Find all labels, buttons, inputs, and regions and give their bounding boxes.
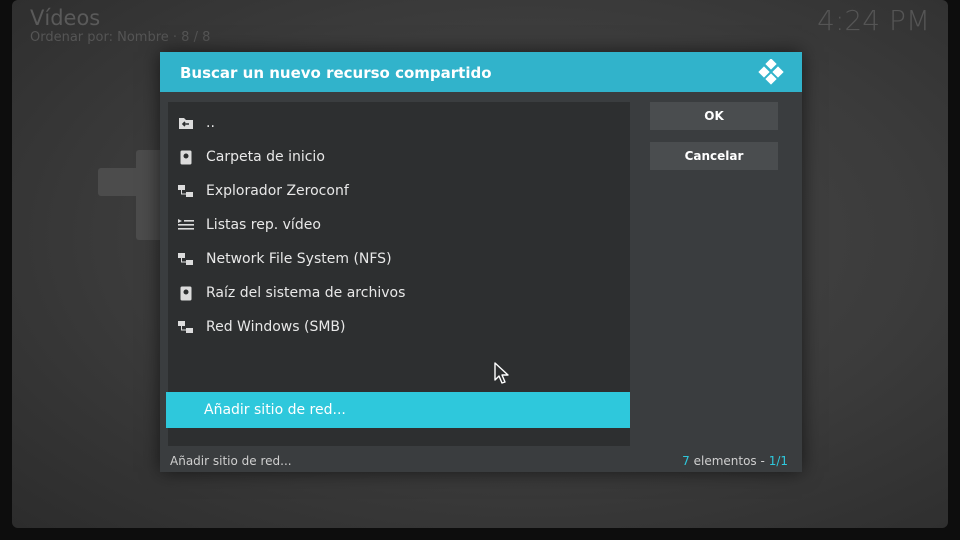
background-title: Vídeos	[30, 6, 101, 30]
list-item-label: Listas rep. vídeo	[206, 217, 321, 233]
network-icon	[178, 183, 194, 199]
network-icon	[178, 319, 194, 335]
list-item-root-filesystem[interactable]: Raíz del sistema de archivos	[168, 276, 630, 310]
list-item-label: Network File System (NFS)	[206, 251, 392, 267]
list-item-label: Red Windows (SMB)	[206, 319, 346, 335]
list-item-nfs[interactable]: Network File System (NFS)	[168, 242, 630, 276]
item-count-separator: -	[760, 454, 765, 468]
cancel-button[interactable]: Cancelar	[650, 142, 778, 170]
item-count-label: elementos	[693, 454, 757, 468]
list-item-label: Añadir sitio de red...	[204, 402, 346, 418]
list-item-label: Explorador Zeroconf	[206, 183, 349, 199]
browse-share-dialog: Buscar un nuevo recurso compartido .. Ca…	[160, 52, 802, 472]
dialog-header: Buscar un nuevo recurso compartido	[160, 52, 802, 92]
list-item-label: Carpeta de inicio	[206, 149, 325, 165]
list-item-label: Raíz del sistema de archivos	[206, 285, 406, 301]
source-list: .. Carpeta de inicio Explorador Zeroconf…	[166, 102, 630, 446]
list-item-home-folder[interactable]: Carpeta de inicio	[168, 140, 630, 174]
list-item-parent[interactable]: ..	[168, 106, 630, 140]
list-item-add-network-location[interactable]: Añadir sitio de red...	[166, 392, 630, 428]
kodi-logo-icon	[758, 59, 784, 85]
ok-button[interactable]: OK	[650, 102, 778, 130]
selected-item-label: Añadir sitio de red...	[170, 454, 292, 468]
clock: 4:24 PM	[817, 4, 930, 37]
drive-icon	[178, 285, 194, 301]
playlist-icon	[178, 217, 194, 233]
list-item-video-playlists[interactable]: Listas rep. vídeo	[168, 208, 630, 242]
background-sort-label: Ordenar por: Nombre · 8 / 8	[30, 30, 211, 45]
list-item-smb[interactable]: Red Windows (SMB)	[168, 310, 630, 344]
list-item-label: ..	[206, 115, 215, 131]
mouse-pointer-icon	[494, 362, 509, 384]
network-icon	[178, 251, 194, 267]
page-indicator: 1/1	[768, 454, 788, 468]
folder-back-icon	[178, 115, 194, 131]
drive-icon	[178, 149, 194, 165]
dialog-title: Buscar un nuevo recurso compartido	[180, 64, 492, 82]
list-item-zeroconf[interactable]: Explorador Zeroconf	[168, 174, 630, 208]
item-count-number: 7	[682, 454, 690, 468]
item-count: 7 elementos - 1/1	[682, 454, 788, 468]
